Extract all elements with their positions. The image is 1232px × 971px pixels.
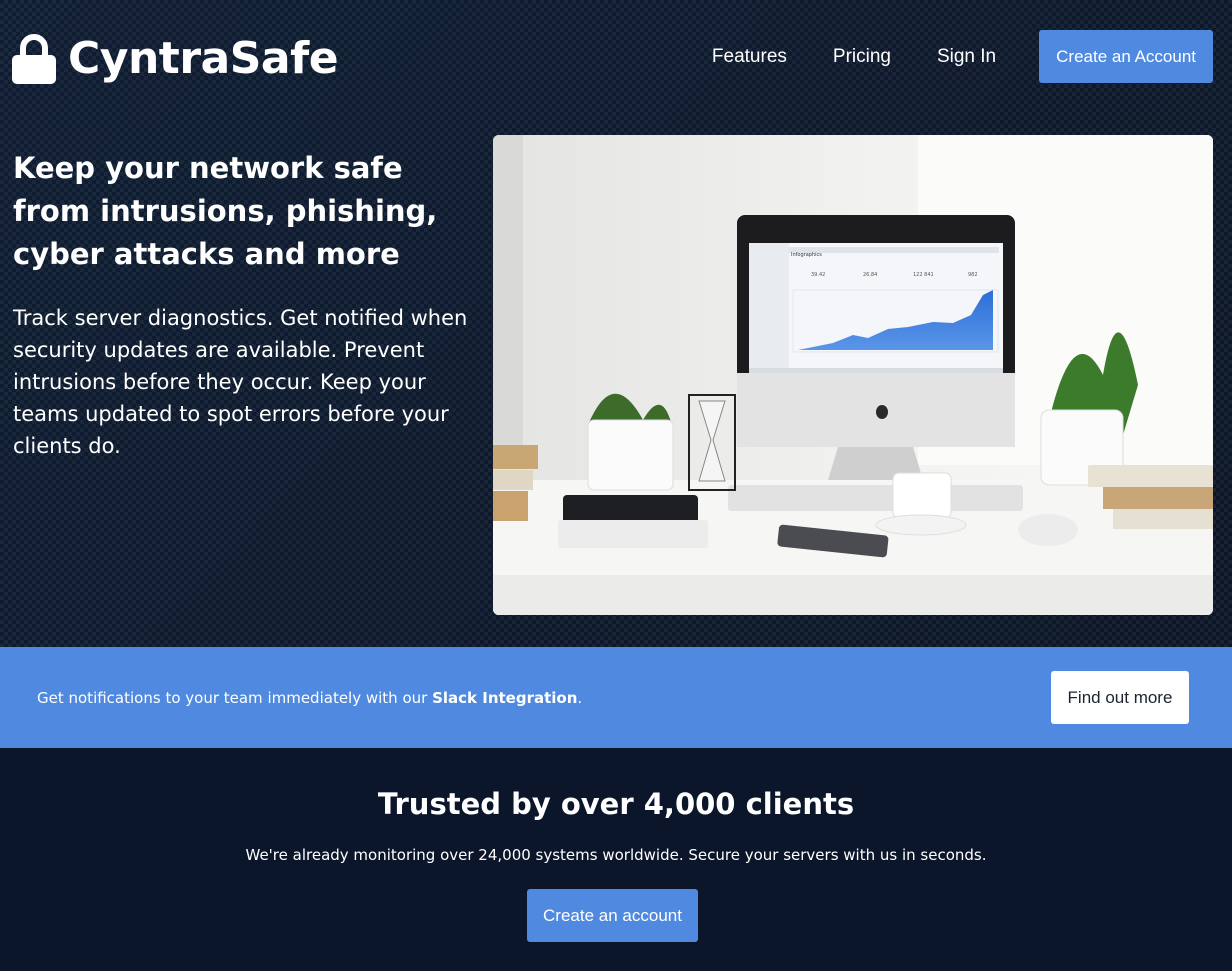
hero-description: Track server diagnostics. Get notified w… [13, 306, 468, 458]
screen-stat-3: 122 841 [913, 272, 934, 278]
banner-slack-integration: Slack Integration [432, 689, 578, 707]
nav-link-sign-in[interactable]: Sign In [937, 30, 996, 83]
main-nav: Features Pricing Sign In Create an Accou… [712, 30, 1213, 83]
trusted-title: Trusted by over 4,000 clients [377, 787, 855, 821]
screen-stat-4: 982 [968, 272, 978, 278]
screen-stat-1: 39.42 [811, 272, 825, 278]
screen-stat-2: 26.84 [863, 272, 877, 278]
create-account-cta-button[interactable]: Create an account [527, 889, 698, 942]
banner-text-before: Get notifications to your team immediate… [37, 689, 433, 707]
brand-name: CyntraSafe [68, 33, 339, 84]
trusted-section: Trusted by over 4,000 clients We're alre… [0, 748, 1232, 971]
find-out-more-button[interactable]: Find out more [1051, 671, 1189, 724]
brand-logo[interactable]: CyntraSafe [12, 33, 339, 85]
trusted-subtitle: We're already monitoring over 24,000 sys… [245, 846, 987, 864]
hero-title: Keep your network safe from intrusions, … [13, 151, 438, 271]
hero-section: CyntraSafe Features Pricing Sign In Crea… [0, 0, 1232, 647]
desk-monitor-photo-icon: Infographics 39.42 26.84 122 841 982 [493, 135, 1213, 615]
hero-image: Infographics 39.42 26.84 122 841 982 [493, 135, 1213, 615]
nav-link-pricing[interactable]: Pricing [833, 30, 891, 83]
banner-text-after: . [577, 689, 583, 707]
nav-link-features[interactable]: Features [712, 30, 787, 83]
create-account-nav-button[interactable]: Create an Account [1039, 30, 1213, 83]
banner-text: Get notifications to your team immediate… [37, 687, 582, 709]
slack-integration-banner: Get notifications to your team immediate… [0, 647, 1232, 748]
screen-title: Infographics [791, 252, 822, 258]
lock-icon [12, 34, 56, 84]
